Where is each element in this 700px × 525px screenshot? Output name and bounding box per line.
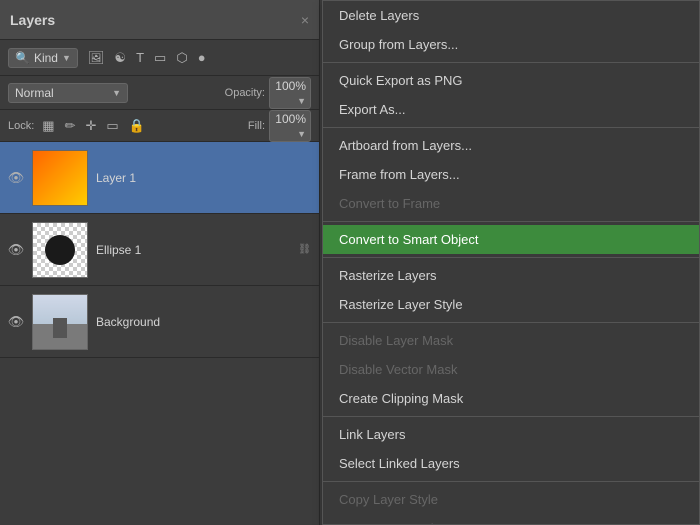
kind-dropdown[interactable]: 🔍 Kind ▼ (8, 48, 78, 68)
menu-item[interactable]: Export As... (323, 95, 699, 124)
menu-item[interactable]: Frame from Layers... (323, 160, 699, 189)
layers-list: 👁 Layer 1 👁 Ellipse 1 ⛓ 👁 (0, 142, 319, 358)
menu-separator (323, 416, 699, 417)
menu-separator (323, 322, 699, 323)
lock-label: Lock: (8, 120, 34, 132)
ellipse-preview (33, 223, 87, 277)
lock-transparent-icon[interactable]: ▦ (40, 116, 56, 136)
layer-thumbnail (32, 294, 88, 350)
menu-item[interactable]: Artboard from Layers... (323, 131, 699, 160)
search-icon: 🔍 (15, 51, 30, 65)
lock-pixels-icon[interactable]: ✏ (63, 116, 78, 136)
lock-all-icon[interactable]: 🔒 (127, 116, 147, 136)
opacity-label: Opacity: (225, 87, 265, 99)
fill-section: Fill: 100% ▼ (248, 110, 311, 142)
opacity-chevron: ▼ (297, 96, 306, 106)
menu-item: Copy Layer Style (323, 485, 699, 514)
blend-row: Normal ▼ Opacity: 100% ▼ (0, 76, 319, 110)
lock-row: Lock: ▦ ✏ ✛ ▭ 🔒 Fill: 100% ▼ (0, 110, 319, 142)
adjustment-filter-icon[interactable]: ☯ (112, 48, 128, 68)
menu-item[interactable]: Rasterize Layers (323, 261, 699, 290)
filter-icons: 🖼 ☯ T ▭ ⬡ ● (86, 48, 208, 68)
menu-separator (323, 481, 699, 482)
opacity-input[interactable]: 100% ▼ (269, 77, 311, 109)
menu-item[interactable]: Rasterize Layer Style (323, 290, 699, 319)
menu-separator (323, 127, 699, 128)
menu-item: Convert to Frame (323, 189, 699, 218)
layer-name: Background (96, 315, 311, 329)
layer-name: Layer 1 (96, 171, 311, 185)
fill-chevron: ▼ (297, 129, 306, 139)
menu-item[interactable]: Group from Layers... (323, 30, 699, 59)
link-icon: ⛓ (298, 244, 311, 255)
menu-item[interactable]: Delete Layers (323, 1, 699, 30)
toolbar-row: 🔍 Kind ▼ 🖼 ☯ T ▭ ⬡ ● (0, 40, 319, 76)
smart-filter-icon[interactable]: ⬡ (174, 48, 189, 68)
fill-input[interactable]: 100% ▼ (269, 110, 311, 142)
panel-title: Layers (10, 12, 55, 28)
layers-panel: Layers × 🔍 Kind ▼ 🖼 ☯ T ▭ ⬡ ● Normal ▼ O… (0, 0, 320, 525)
layer-item[interactable]: 👁 Layer 1 (0, 142, 319, 214)
menu-item[interactable]: Convert to Smart Object (323, 225, 699, 254)
menu-item[interactable]: Quick Export as PNG (323, 66, 699, 95)
visibility-toggle[interactable]: 👁 (8, 170, 24, 186)
layer-item[interactable]: 👁 Ellipse 1 ⛓ (0, 214, 319, 286)
layer-name: Ellipse 1 (96, 243, 290, 257)
visibility-toggle[interactable]: 👁 (8, 242, 24, 258)
image-filter-icon[interactable]: 🖼 (86, 48, 107, 68)
blend-chevron: ▼ (112, 88, 121, 98)
layer-thumbnail (32, 150, 88, 206)
close-button[interactable]: × (301, 12, 309, 28)
photo-arch (53, 318, 67, 338)
menu-separator (323, 221, 699, 222)
blend-mode-label: Normal (15, 86, 54, 100)
more-filter-icon[interactable]: ● (196, 48, 208, 67)
kind-chevron: ▼ (62, 53, 71, 63)
lock-icons: ▦ ✏ ✛ ▭ 🔒 (40, 116, 147, 136)
lock-position-icon[interactable]: ✛ (84, 116, 99, 136)
menu-item: Disable Vector Mask (323, 355, 699, 384)
menu-item: Disable Layer Mask (323, 326, 699, 355)
menu-item[interactable]: Select Linked Layers (323, 449, 699, 478)
lock-artboard-icon[interactable]: ▭ (104, 116, 120, 136)
layer-thumbnail (32, 222, 88, 278)
photo-preview (33, 295, 87, 349)
menu-item[interactable]: Create Clipping Mask (323, 384, 699, 413)
menu-item: Paste Layer Style (323, 514, 699, 525)
context-menu: Delete LayersGroup from Layers... Quick E… (322, 0, 700, 525)
kind-label: Kind (34, 51, 58, 65)
visibility-toggle[interactable]: 👁 (8, 314, 24, 330)
shape-filter-icon[interactable]: ▭ (152, 48, 168, 68)
blend-mode-dropdown[interactable]: Normal ▼ (8, 83, 128, 103)
fill-label: Fill: (248, 120, 265, 132)
menu-item[interactable]: Link Layers (323, 420, 699, 449)
layer-item[interactable]: 👁 Background (0, 286, 319, 358)
menu-separator (323, 62, 699, 63)
menu-separator (323, 257, 699, 258)
panel-header: Layers × (0, 0, 319, 40)
gradient-preview (33, 151, 87, 205)
text-filter-icon[interactable]: T (134, 48, 146, 67)
opacity-section: Opacity: 100% ▼ (225, 77, 311, 109)
